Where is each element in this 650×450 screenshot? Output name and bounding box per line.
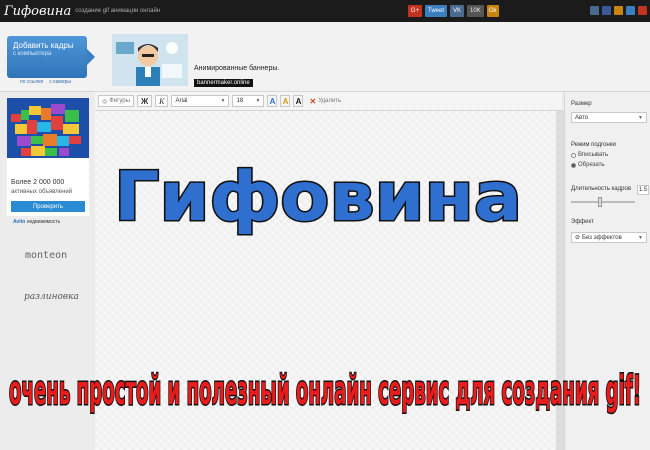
delete-button[interactable]: Удалить: [318, 98, 341, 104]
ad-map-image: [7, 98, 89, 170]
fit-mode-label: Режим подгонки: [571, 142, 616, 148]
vk-icon[interactable]: [590, 6, 599, 15]
text-color-icon[interactable]: A: [267, 95, 278, 107]
banner-ad-image[interactable]: [112, 34, 188, 86]
add-frames-button[interactable]: Добавить кадры с компьютера: [7, 36, 95, 78]
add-frames-label: Добавить кадры: [13, 41, 74, 50]
chevron-down-icon: ▼: [220, 98, 226, 104]
italic-button[interactable]: К: [155, 95, 169, 107]
banner-site[interactable]: bannermaker.online: [194, 79, 253, 87]
size-label: Размер: [571, 101, 592, 107]
effect-value: Без эффектов: [582, 234, 622, 241]
shapes-icon: ◎: [102, 98, 108, 105]
ad-check-button[interactable]: Проверить: [11, 201, 85, 212]
slogan-overlay: очень простой и полезный онлайн сервис д…: [8, 367, 643, 416]
ad-brand-sub: недвижимость: [26, 219, 61, 225]
size-select[interactable]: Авто ▼: [571, 112, 647, 123]
bold-button[interactable]: Ж: [136, 95, 153, 107]
effect-value-wrap: ⊘ Без эффектов: [575, 234, 622, 242]
delete-icon[interactable]: ✕: [309, 97, 316, 106]
slogan-text: очень простой и полезный онлайн сервис д…: [9, 368, 641, 414]
chevron-down-icon: ▼: [638, 234, 643, 241]
ad-subline: активных объявлений: [11, 189, 73, 195]
mail-icon[interactable]: [638, 6, 647, 15]
shapes-button[interactable]: ◎ Фигуры: [98, 95, 134, 107]
upload-links: по ссылке с камеры: [20, 79, 71, 85]
fit-option-crop[interactable]: Обрезать: [571, 162, 604, 168]
upload-by-link[interactable]: по ссылке: [20, 79, 43, 85]
shapes-label: Фигуры: [109, 98, 130, 104]
odnoklassniki-icon[interactable]: [614, 6, 623, 15]
duration-slider-track[interactable]: [571, 201, 635, 203]
ad-brand: Avito недвижимость: [13, 219, 60, 225]
font-family-value: Arial: [175, 98, 188, 104]
ad-headline: Более 2 000 000: [11, 179, 65, 186]
fit-option-fit[interactable]: Вписывать: [571, 152, 608, 158]
site-logo[interactable]: Гифовина: [4, 4, 71, 19]
effect-label: Эффект: [571, 219, 594, 225]
font-size-value: 18: [236, 98, 244, 104]
size-value: Авто: [575, 114, 589, 121]
banner-title[interactable]: Анимированные баннеры.: [194, 65, 279, 72]
share-icons-row: [590, 6, 650, 15]
effect-select[interactable]: ⊘ Без эффектов ▼: [571, 232, 647, 243]
top-bar: Гифовина создание gif анимации онлайн G+…: [0, 0, 650, 22]
add-frames-sublabel: с компьютера: [13, 51, 52, 57]
editor-toolbar: ◎ Фигуры Ж К Arial ▼ 18 ▼ A A A ✕ Удалит…: [95, 92, 562, 111]
fill-color-icon[interactable]: A: [280, 95, 291, 107]
radio-icon: [571, 152, 576, 158]
duration-label: Длительность кадров: [571, 186, 632, 192]
vk-share-count: 10K: [467, 5, 484, 17]
no-effect-icon: ⊘: [575, 235, 581, 241]
chevron-down-icon: ▼: [255, 98, 261, 104]
ad-brand-name: Avito: [13, 219, 26, 225]
upload-from-camera[interactable]: с камеры: [49, 79, 71, 85]
font-size-select[interactable]: 18 ▼: [232, 95, 265, 107]
big-title-text: Гифовина: [114, 158, 522, 237]
site-tagline: создание gif анимации онлайн: [75, 8, 161, 14]
twitter-icon[interactable]: [626, 6, 635, 15]
font-family-select[interactable]: Arial ▼: [171, 95, 230, 107]
google-share-button[interactable]: G+: [408, 5, 422, 17]
fit-option-fit-label: Вписывать: [578, 152, 609, 158]
font-sample-razlinovka[interactable]: разлиновка: [24, 292, 79, 302]
social-buttons: G+ Tweet VK 10K Ok: [408, 5, 499, 17]
vk-share-button[interactable]: VK: [450, 5, 465, 17]
facebook-icon[interactable]: [602, 6, 611, 15]
duration-value[interactable]: 1.5: [637, 185, 649, 195]
fit-option-crop-label: Обрезать: [578, 162, 605, 168]
chevron-down-icon: ▼: [638, 114, 643, 121]
font-sample-monteon[interactable]: monteon: [25, 250, 67, 261]
avito-ad[interactable]: Более 2 000 000 активных объявлений Пров…: [7, 98, 89, 225]
stroke-color-icon[interactable]: A: [293, 95, 304, 107]
header: Добавить кадры с компьютера по ссылке с …: [0, 22, 650, 92]
radio-checked-icon: [571, 162, 576, 168]
big-title-overlay: Гифовина: [113, 158, 524, 238]
duration-slider-handle[interactable]: [598, 197, 602, 207]
ok-share-button[interactable]: Ok: [486, 5, 499, 17]
app-window: Гифовина создание gif анимации онлайн G+…: [0, 0, 650, 450]
twitter-share-button[interactable]: Tweet: [425, 5, 448, 17]
